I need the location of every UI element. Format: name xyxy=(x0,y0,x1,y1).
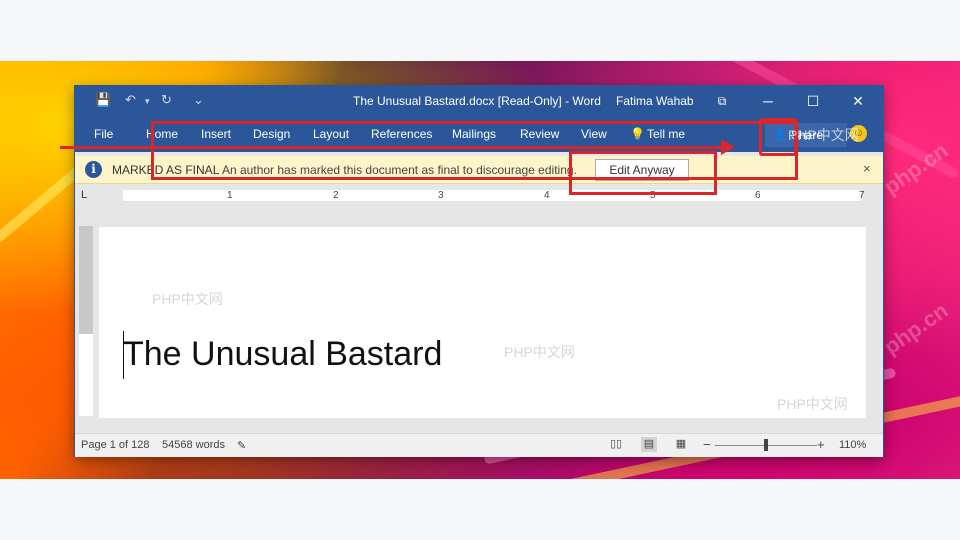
watermark: PHP中文网 xyxy=(504,344,575,360)
zoom-slider-thumb[interactable] xyxy=(764,439,768,451)
zoom-level[interactable]: 110% xyxy=(839,439,866,451)
watermark: PHP中文网 xyxy=(788,127,859,143)
minimize-button[interactable]: ─ xyxy=(753,88,783,114)
undo-icon[interactable]: ↶ xyxy=(125,92,136,108)
zoom-in-button[interactable]: + xyxy=(817,437,825,452)
ruler-number: 1 xyxy=(227,190,233,201)
horizontal-ruler: L 1 2 3 4 5 6 7 xyxy=(75,186,883,206)
window-title: The Unusual Bastard.docx [Read-Only] - W… xyxy=(353,94,601,108)
infobar-close-icon[interactable]: × xyxy=(863,161,871,176)
vertical-ruler-margin xyxy=(79,226,93,334)
close-button[interactable]: ✕ xyxy=(843,88,873,114)
annotation-arrow-head-icon xyxy=(721,139,735,155)
watermark: PHP中文网 xyxy=(777,396,848,412)
status-bar: Page 1 of 128 54568 words ✎ ▯▯ ▤ ▦ − + 1… xyxy=(75,433,883,457)
document-page[interactable]: PHP中文网 The Unusual Bastard PHP中文网 PHP中文网 xyxy=(99,227,866,418)
ruler-number: 2 xyxy=(333,190,339,201)
ruler-number: 7 xyxy=(859,190,865,201)
ruler-number: 4 xyxy=(544,190,550,201)
redo-icon[interactable]: ↻ xyxy=(161,92,172,108)
tab-file[interactable]: File xyxy=(94,127,113,141)
undo-menu-icon[interactable]: ▾ xyxy=(145,96,150,107)
tab-selector[interactable]: L xyxy=(81,189,93,201)
ruler-track[interactable]: 1 2 3 4 5 6 7 xyxy=(123,190,865,201)
ruler-number: 6 xyxy=(755,190,761,201)
word-count[interactable]: 54568 words xyxy=(162,439,225,451)
proofing-icon[interactable]: ✎ xyxy=(237,439,246,452)
signed-in-user[interactable]: Fatima Wahab xyxy=(616,94,694,108)
info-icon: i xyxy=(85,161,102,178)
ruler-number: 3 xyxy=(438,190,444,201)
brand-watermark: php.cn xyxy=(879,297,953,360)
annotation-arrow-line xyxy=(60,146,725,149)
document-title[interactable]: The Unusual Bastard xyxy=(123,335,442,374)
watermark: PHP中文网 xyxy=(152,291,223,307)
ribbon-display-options-icon[interactable]: ⧉ xyxy=(707,88,737,114)
page-count[interactable]: Page 1 of 128 xyxy=(81,439,150,451)
read-mode-icon[interactable]: ▯▯ xyxy=(608,437,624,452)
web-layout-icon[interactable]: ▦ xyxy=(673,437,689,452)
save-icon[interactable]: 💾 xyxy=(95,92,111,108)
maximize-button[interactable]: ☐ xyxy=(798,88,828,114)
annotation-box-edit-anyway xyxy=(569,151,717,195)
vertical-ruler xyxy=(79,226,93,416)
print-layout-icon[interactable]: ▤ xyxy=(641,437,657,452)
customize-qat-icon[interactable]: ⌄ xyxy=(193,92,204,108)
zoom-out-button[interactable]: − xyxy=(703,437,711,452)
title-bar: 💾 ↶ ▾ ↻ ⌄ The Unusual Bastard.docx [Read… xyxy=(75,86,883,118)
